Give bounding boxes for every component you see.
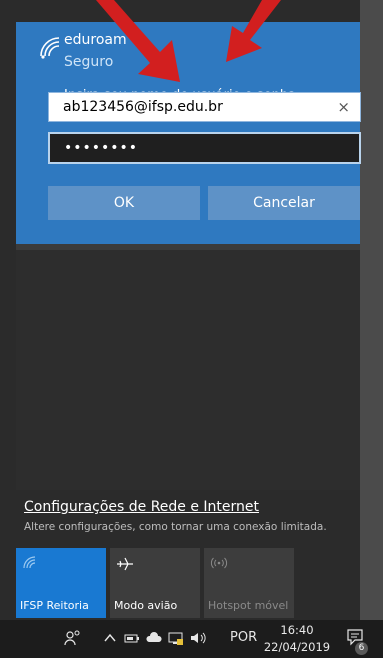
airplane-icon — [116, 556, 134, 576]
clear-icon[interactable]: × — [337, 93, 350, 121]
cloud-icon[interactable] — [146, 632, 162, 648]
quick-action-label: IFSP Reitoria — [20, 599, 89, 612]
clock-time: 16:40 — [280, 623, 314, 637]
wifi-icon — [22, 556, 38, 574]
username-field[interactable]: ab123456@ifsp.edu.br × — [48, 92, 361, 122]
quick-action-label: Hotspot móvel — [208, 599, 289, 612]
volume-icon[interactable] — [190, 631, 208, 649]
network-tray-icon[interactable] — [168, 632, 184, 650]
annotation-arrows — [96, 0, 281, 82]
clock-date: 22/04/2019 — [263, 640, 331, 654]
desktop-background-right — [360, 0, 383, 620]
ok-button[interactable]: OK — [48, 186, 200, 220]
language-indicator[interactable]: POR — [230, 630, 257, 645]
network-settings-description: Altere configurações, como tornar uma co… — [24, 521, 327, 533]
quick-action-label: Modo avião — [114, 599, 178, 612]
cancel-button[interactable]: Cancelar — [208, 186, 360, 220]
password-field[interactable]: •••••••• — [48, 132, 361, 164]
chevron-up-icon[interactable] — [104, 632, 116, 647]
hotspot-icon — [210, 556, 228, 574]
battery-icon[interactable] — [124, 632, 140, 648]
clock[interactable]: 16:40 22/04/2019 — [262, 622, 332, 656]
annotation-arrow-left — [96, 0, 180, 82]
notification-count-badge: 6 — [355, 642, 368, 655]
username-value: ab123456@ifsp.edu.br — [63, 99, 223, 115]
network-settings-link[interactable]: Configurações de Rede e Internet — [24, 499, 259, 515]
quick-action-wifi[interactable]: IFSP Reitoria — [16, 548, 106, 618]
password-mask: •••••••• — [64, 140, 139, 156]
people-icon[interactable] — [64, 630, 82, 650]
network-flyout: eduroam Seguro Insira seu nome de usuári… — [0, 0, 361, 620]
quick-action-mobile-hotspot[interactable]: Hotspot móvel — [204, 548, 294, 618]
taskbar: POR 16:40 22/04/2019 6 — [0, 620, 383, 658]
annotation-arrow-right — [226, 0, 281, 62]
network-list-area — [16, 250, 360, 490]
quick-action-airplane-mode[interactable]: Modo avião — [110, 548, 200, 618]
